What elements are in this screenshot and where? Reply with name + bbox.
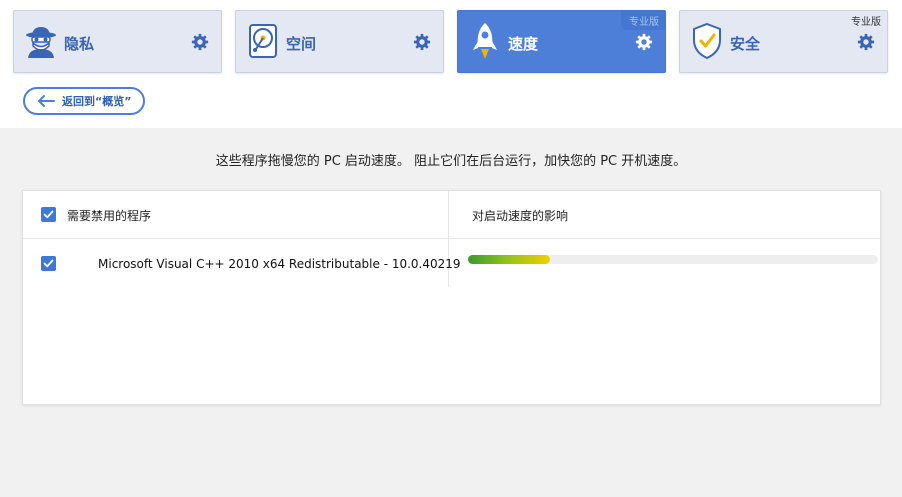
- startup-programs-panel: 需要禁用的程序 对启动速度的影响 Microsoft Visual C++ 20…: [22, 190, 881, 405]
- gear-icon[interactable]: [857, 33, 875, 51]
- tab-privacy[interactable]: 隐私: [13, 10, 222, 73]
- impact-bar: [468, 255, 878, 264]
- top-area: 隐私 空间 专业版 速度 专业版 安全 返回到“概览”: [0, 0, 902, 128]
- column-header-programs: 需要禁用的程序: [67, 209, 152, 223]
- tab-label: 隐私: [64, 35, 95, 53]
- rocket-icon: [468, 21, 502, 61]
- tab-label: 空间: [286, 35, 317, 53]
- table-header: 需要禁用的程序 对启动速度的影响: [23, 191, 880, 239]
- select-all-checkbox[interactable]: [41, 207, 56, 222]
- back-to-overview-button[interactable]: 返回到“概览”: [23, 87, 145, 115]
- arrow-left-icon: [38, 95, 55, 107]
- gear-icon[interactable]: [635, 33, 653, 51]
- row-checkbox[interactable]: [41, 256, 56, 271]
- pro-badge: 专业版: [621, 11, 665, 30]
- tab-label: 速度: [508, 35, 539, 53]
- gear-icon[interactable]: [413, 33, 431, 51]
- program-name: Microsoft Visual C++ 2010 x64 Redistribu…: [98, 257, 461, 271]
- checkmark-icon: [43, 259, 54, 268]
- disk-icon: [246, 21, 280, 61]
- tab-speed[interactable]: 专业版 速度: [457, 10, 666, 73]
- pro-badge: 专业版: [843, 11, 887, 30]
- tab-security[interactable]: 专业版 安全: [679, 10, 888, 73]
- column-header-impact: 对启动速度的影响: [472, 209, 569, 223]
- shield-icon: [690, 21, 724, 61]
- back-button-label: 返回到“概览”: [62, 95, 132, 108]
- tab-space[interactable]: 空间: [235, 10, 444, 73]
- column-divider: [448, 191, 449, 287]
- gear-icon[interactable]: [191, 33, 209, 51]
- spy-icon: [24, 21, 58, 61]
- description-text: 这些程序拖慢您的 PC 启动速度。 阻止它们在后台运行，加快您的 PC 开机速度…: [215, 154, 687, 169]
- impact-bar-fill: [468, 255, 550, 264]
- checkmark-icon: [43, 210, 54, 219]
- tab-label: 安全: [730, 35, 761, 53]
